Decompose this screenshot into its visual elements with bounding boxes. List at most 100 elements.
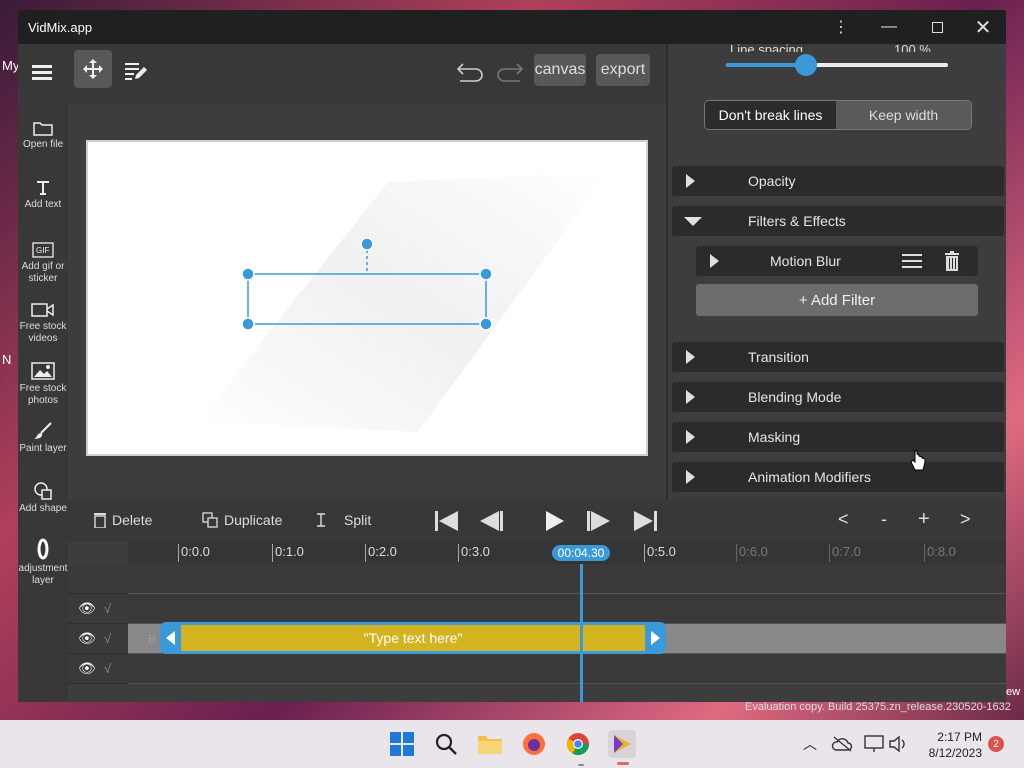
- step-forward-icon[interactable]: [586, 510, 612, 532]
- resize-handle-bottom-left[interactable]: [241, 317, 255, 331]
- track-header-0: [68, 564, 128, 594]
- start-button[interactable]: [388, 730, 416, 758]
- canvas-content: [198, 172, 608, 432]
- section-filters-effects[interactable]: Filters & Effects: [672, 206, 1004, 236]
- edit-text-tool-button[interactable]: [118, 54, 152, 88]
- reorder-icon[interactable]: [902, 253, 922, 269]
- more-options-icon[interactable]: ⋮: [818, 10, 864, 44]
- properties-panel: Line spacing 100 % Don't break lines Kee…: [666, 44, 1006, 500]
- section-transition[interactable]: Transition: [672, 342, 1004, 372]
- play-icon[interactable]: [544, 510, 566, 532]
- line-spacing-value: 100 %: [894, 44, 931, 52]
- section-animation-modifiers[interactable]: Animation Modifiers: [672, 462, 1004, 492]
- zoom-prev-button[interactable]: <: [838, 509, 849, 530]
- edit-icon: [125, 63, 147, 80]
- move-tool-button[interactable]: [74, 50, 112, 88]
- skip-end-icon[interactable]: [632, 510, 658, 532]
- search-button[interactable]: [432, 730, 460, 758]
- add-filter-button[interactable]: + Add Filter: [696, 284, 978, 316]
- split-button[interactable]: Split: [314, 512, 371, 528]
- undo-button[interactable]: [454, 56, 486, 88]
- sidebar-item-stock-photos[interactable]: Free stock photos: [18, 362, 68, 407]
- speaker-icon: [889, 735, 905, 753]
- hamburger-icon: [32, 65, 52, 80]
- vidmix-taskbar-button[interactable]: [608, 730, 636, 758]
- line-spacing-slider[interactable]: [726, 54, 948, 76]
- audio-wave-icon[interactable]: √: [104, 631, 111, 646]
- sidebar-item-add-gif[interactable]: GIF Add gif or sticker: [18, 242, 68, 285]
- redo-button[interactable]: [494, 56, 526, 88]
- chrome-button[interactable]: [564, 730, 592, 758]
- step-back-icon[interactable]: [478, 510, 504, 532]
- adjustment-icon: [37, 538, 49, 560]
- mouse-cursor-icon: [910, 450, 926, 471]
- canvas-button[interactable]: canvas: [534, 54, 586, 86]
- expand-arrow-icon: [710, 254, 719, 268]
- ruler-tick: 0:8.0: [924, 544, 956, 562]
- preview-canvas[interactable]: [86, 140, 648, 456]
- audio-wave-icon[interactable]: √: [104, 661, 111, 676]
- clip-right-handle[interactable]: [645, 625, 663, 651]
- section-blending-mode[interactable]: Blending Mode: [672, 382, 1004, 412]
- trash-icon[interactable]: [944, 251, 960, 271]
- move-icon: [83, 59, 103, 79]
- maximize-button[interactable]: [914, 10, 960, 44]
- sidebar-item-label: Paint layer: [19, 443, 67, 454]
- export-button[interactable]: export: [596, 54, 650, 86]
- dont-break-lines-option[interactable]: Don't break lines: [705, 101, 837, 129]
- network-tray-button[interactable]: [828, 730, 856, 758]
- menu-button[interactable]: [26, 56, 60, 90]
- track-2-text[interactable]: B "Type text here": [128, 622, 1006, 654]
- clip-left-handle[interactable]: [163, 625, 181, 651]
- collapse-arrow-icon: [684, 217, 702, 226]
- sidebar-item-label: Add gif or sticker: [21, 261, 65, 284]
- keep-width-option[interactable]: Keep width: [836, 101, 971, 129]
- text-clip[interactable]: "Type text here": [160, 622, 666, 654]
- resize-handle-bottom-right[interactable]: [479, 317, 493, 331]
- time-ruler[interactable]: 0:0.0 0:1.0 0:2.0 0:3.0 0:5.0 0:6.0 0:7.…: [128, 542, 1006, 564]
- show-hidden-icons-button[interactable]: ︿: [796, 730, 824, 758]
- text-icon: [37, 181, 49, 195]
- playhead-time-label[interactable]: 00:04.30: [552, 545, 610, 561]
- sidebar-item-add-text[interactable]: Add text: [18, 180, 68, 211]
- sidebar-item-add-shape[interactable]: Add shape: [18, 482, 68, 515]
- section-opacity[interactable]: Opacity: [672, 166, 1004, 196]
- minimize-button[interactable]: —: [866, 10, 912, 44]
- visibility-eye-icon[interactable]: 👁: [78, 630, 96, 647]
- zoom-next-button[interactable]: >: [960, 509, 971, 530]
- window-title: VidMix.app: [28, 20, 93, 35]
- sidebar-item-paint-layer[interactable]: Paint layer: [18, 422, 68, 455]
- clock[interactable]: 2:17 PM 8/12/2023: [914, 729, 982, 761]
- sidebar-item-label: Free stock photos: [19, 383, 67, 406]
- clip-text: "Type text here": [363, 630, 463, 646]
- timeline-toolbar: Delete Duplicate Split < - + >: [68, 500, 1006, 542]
- sidebar-item-open-file[interactable]: Open file: [18, 120, 68, 151]
- playhead-line[interactable]: [580, 564, 583, 702]
- filter-item-motion-blur[interactable]: Motion Blur: [696, 246, 978, 276]
- zoom-out-button[interactable]: -: [881, 509, 887, 530]
- expand-arrow-icon: [686, 470, 695, 484]
- volume-tray-button[interactable]: [884, 730, 912, 758]
- visibility-eye-icon[interactable]: 👁: [78, 660, 96, 677]
- rotate-handle[interactable]: [360, 237, 374, 251]
- left-arrow-icon: [166, 631, 175, 645]
- sidebar-item-stock-videos[interactable]: Free stock videos: [18, 302, 68, 345]
- visibility-eye-icon[interactable]: 👁: [78, 600, 96, 617]
- title-bar: VidMix.app ⋮ — ✕: [18, 10, 1006, 44]
- sidebar-item-adjustment-layer[interactable]: adjustment layer: [18, 538, 68, 587]
- audio-wave-icon[interactable]: √: [104, 601, 111, 616]
- line-spacing-knob[interactable]: [794, 54, 817, 76]
- notification-badge[interactable]: 2: [988, 736, 1004, 752]
- file-explorer-button[interactable]: [476, 730, 504, 758]
- resize-handle-top-left[interactable]: [241, 267, 255, 281]
- close-button[interactable]: ✕: [960, 10, 1006, 44]
- duplicate-button[interactable]: Duplicate: [202, 512, 282, 528]
- track-1: [128, 594, 1006, 624]
- skip-start-icon[interactable]: [434, 510, 460, 532]
- firefox-button[interactable]: [520, 730, 548, 758]
- delete-button[interactable]: Delete: [94, 512, 152, 528]
- section-masking[interactable]: Masking: [672, 422, 1004, 452]
- split-icon: [317, 513, 325, 527]
- zoom-in-button[interactable]: +: [918, 508, 930, 531]
- resize-handle-top-right[interactable]: [479, 267, 493, 281]
